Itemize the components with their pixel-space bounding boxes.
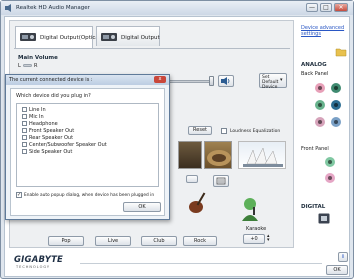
volume-left-label: L <box>18 63 21 69</box>
opera-house-icon <box>243 147 283 167</box>
back-jack-lightblue[interactable] <box>331 117 341 127</box>
eq-slot-button[interactable] <box>186 175 198 183</box>
option-label: Rear Speaker Out <box>29 135 74 141</box>
option-line-in[interactable]: Line In <box>22 107 46 113</box>
option-front-speaker-out[interactable]: Front Speaker Out <box>22 128 74 134</box>
tab-digital-output-optical[interactable]: Digital Output(Optical) <box>15 26 102 48</box>
environment-image-room[interactable] <box>178 141 202 169</box>
analog-label: ANALOG <box>301 62 327 68</box>
option-checkbox[interactable] <box>22 135 27 140</box>
karaoke-image <box>239 197 261 221</box>
equalizer-button[interactable] <box>213 175 229 187</box>
environment-image-arena[interactable] <box>204 141 232 169</box>
option-checkbox[interactable] <box>22 149 27 154</box>
dialog-body: Which device did you plug in? Line In Mi… <box>10 88 165 216</box>
option-headphone[interactable]: Headphone <box>22 121 58 127</box>
speaker-app-icon <box>5 4 11 12</box>
dialog-close-button[interactable]: x <box>154 76 166 83</box>
minimize-button[interactable]: — <box>306 3 318 12</box>
front-panel-label: Front Panel <box>301 146 329 152</box>
option-label: Mic In <box>29 114 44 120</box>
bottom-divider <box>80 263 322 264</box>
eq-preset-live[interactable]: Live <box>95 236 131 246</box>
tab-digital-output[interactable]: Digital Output <box>96 26 160 46</box>
speaker-icon <box>221 77 230 85</box>
option-side-speaker-out[interactable]: Side Speaker Out <box>22 149 72 155</box>
back-jack-green[interactable] <box>331 83 341 93</box>
option-mic-in[interactable]: Mic In <box>22 114 44 120</box>
guitar-image <box>186 189 210 215</box>
option-label: Front Speaker Out <box>29 128 75 134</box>
back-jack-rose[interactable] <box>315 117 325 127</box>
device-detection-dialog: The current connected device is : x Whic… <box>5 74 170 220</box>
guitar-icon <box>189 192 206 213</box>
device-options-list: Line In Mic In Headphone Front Speaker O… <box>16 103 159 187</box>
front-jack-pink[interactable] <box>325 173 335 183</box>
auto-popup-checkbox[interactable]: ✓ <box>16 192 22 198</box>
maximize-button[interactable]: □ <box>320 3 332 12</box>
balance-slider[interactable] <box>23 64 32 67</box>
dialog-question: Which device did you plug in? <box>16 93 91 99</box>
option-label: Center/Subwoofer Speaker Out <box>29 142 107 148</box>
tab-divider <box>14 48 290 49</box>
close-window-button[interactable]: ✕ <box>334 3 348 12</box>
dialog-title: The current connected device is : <box>9 77 93 83</box>
option-label: Side Speaker Out <box>29 149 73 155</box>
option-checkbox[interactable] <box>22 128 27 133</box>
window-title: Realtek HD Audio Manager <box>16 5 90 11</box>
digital-output-icon[interactable] <box>318 213 330 224</box>
mute-button[interactable] <box>218 75 234 87</box>
reset-button[interactable]: Reset <box>188 126 212 135</box>
folder-icon[interactable] <box>335 47 347 57</box>
option-checkbox[interactable] <box>22 107 27 112</box>
loudness-label: Loudness Equalization <box>230 129 281 134</box>
equalizer-icon <box>216 177 226 185</box>
option-checkbox[interactable] <box>22 142 27 147</box>
volume-right-label: R <box>34 63 38 69</box>
digital-device-icon <box>101 33 117 41</box>
karaoke-singer-icon <box>242 198 258 221</box>
bottom-bar: GIGABYTE TECHNOLOGY i OK <box>8 252 354 277</box>
option-label: Line In <box>29 107 46 113</box>
karaoke-value-field[interactable]: +0 <box>243 234 265 244</box>
front-jack-green[interactable] <box>325 157 335 167</box>
title-bar: Realtek HD Audio Manager — □ ✕ <box>1 1 353 15</box>
main-volume-label: Main Volume <box>18 55 58 61</box>
digital-device-icon <box>20 33 36 41</box>
option-checkbox[interactable] <box>22 114 27 119</box>
back-jack-blue[interactable] <box>331 100 341 110</box>
side-panel: Device advanced settings ANALOG Back Pan… <box>297 20 349 248</box>
main-volume-thumb[interactable] <box>209 76 214 86</box>
back-jack-lightgreen[interactable] <box>315 100 325 110</box>
option-checkbox[interactable] <box>22 121 27 126</box>
device-advanced-settings-link[interactable]: Device advanced settings <box>301 25 349 37</box>
option-rear-speaker-out[interactable]: Rear Speaker Out <box>22 135 73 141</box>
back-panel-label: Back Panel <box>301 71 329 77</box>
arena-icon <box>207 150 231 166</box>
eq-preset-rock[interactable]: Rock <box>183 236 217 246</box>
option-label: Headphone <box>29 121 58 127</box>
eq-preset-club[interactable]: Club <box>141 236 177 246</box>
brand-logo: GIGABYTE <box>14 255 64 265</box>
app-window: Realtek HD Audio Manager — □ ✕ Digital O… <box>0 0 354 279</box>
auto-popup-label: Enable auto popup dialog, when device ha… <box>24 193 155 198</box>
dialog-ok-button[interactable]: OK <box>123 202 161 212</box>
back-jack-pink[interactable] <box>315 83 325 93</box>
eq-preset-pop[interactable]: Pop <box>48 236 84 246</box>
environment-image-concert-hall[interactable] <box>238 141 286 169</box>
option-center-subwoofer-out[interactable]: Center/Subwoofer Speaker Out <box>22 142 107 148</box>
loudness-checkbox[interactable] <box>221 128 227 134</box>
tab-label: Digital Output <box>121 35 160 41</box>
tab-label: Digital Output(Optical) <box>40 35 103 41</box>
karaoke-spinner-icon[interactable]: ▴ ▾ <box>267 234 270 243</box>
info-icon[interactable]: i <box>338 252 348 262</box>
digital-label: DIGITAL <box>301 204 326 210</box>
karaoke-label: Karaoke <box>246 226 267 232</box>
brand-sub: TECHNOLOGY <box>16 265 51 269</box>
dialog-title-bar: The current connected device is : <box>6 75 169 85</box>
ok-button[interactable]: OK <box>326 265 348 275</box>
chevron-down-icon[interactable]: ▾ <box>280 77 283 83</box>
